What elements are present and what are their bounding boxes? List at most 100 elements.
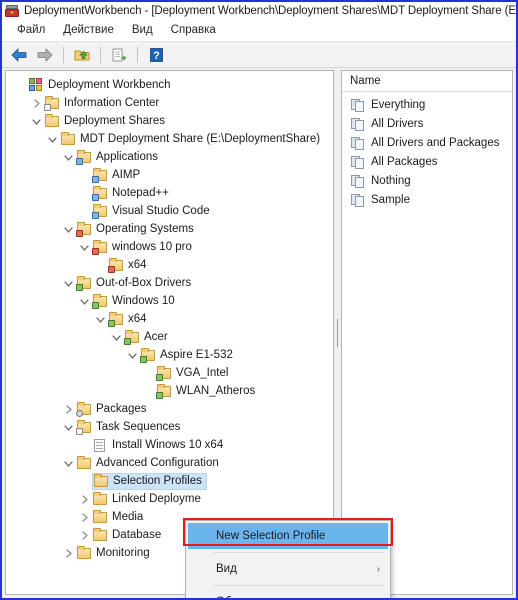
chevron-down-icon[interactable]	[108, 329, 124, 346]
tree-node[interactable]: Notepad++	[6, 184, 333, 202]
chevron-down-icon[interactable]	[124, 347, 140, 364]
tree-node-label: Deployment Workbench	[48, 78, 171, 91]
selection-profile-icon	[350, 135, 366, 151]
tree-node[interactable]: Deployment Shares	[6, 112, 333, 130]
chevron-down-icon[interactable]	[28, 113, 44, 130]
tree-node[interactable]: Windows 10	[6, 292, 333, 310]
back-arrow-icon[interactable]	[7, 44, 31, 66]
tree-node[interactable]: windows 10 pro	[6, 238, 333, 256]
folder-green-icon	[124, 329, 140, 345]
toolbar-separator-3	[137, 46, 138, 63]
chevron-right-icon[interactable]	[60, 401, 76, 418]
chevron-down-icon[interactable]	[76, 293, 92, 310]
forward-arrow-icon[interactable]	[33, 44, 57, 66]
context-menu-item-label: Вид	[216, 563, 237, 575]
tree-node[interactable]: Acer	[6, 328, 333, 346]
tree-node[interactable]: Selection Profiles	[6, 472, 333, 490]
selection-profile-icon	[350, 173, 366, 189]
tree-node-label: Monitoring	[96, 546, 150, 559]
chevron-down-icon[interactable]	[76, 239, 92, 256]
ctx-new-selection-profile[interactable]: New Selection Profile	[188, 523, 388, 549]
tree-node[interactable]: Linked Deployme	[6, 490, 333, 508]
folder-plain-icon	[60, 131, 76, 147]
list-item[interactable]: Sample	[342, 190, 512, 209]
ctx-view[interactable]: Вид ›	[186, 556, 390, 582]
workbench-icon	[28, 77, 44, 93]
folder-green-icon	[108, 311, 124, 327]
export-list-icon[interactable]	[107, 44, 131, 66]
tree-node[interactable]: Packages	[6, 400, 333, 418]
ctx-separator-1	[214, 552, 384, 553]
help-icon[interactable]: ?	[144, 44, 168, 66]
selection-profile-icon	[350, 192, 366, 208]
tree-node[interactable]: Deployment Workbench	[6, 76, 333, 94]
menu-view[interactable]: Вид	[123, 22, 162, 39]
list-item-label: Everything	[371, 98, 426, 111]
menu-action[interactable]: Действие	[54, 22, 123, 39]
folder-plain-icon	[76, 455, 92, 471]
tree-node-label: AIMP	[112, 168, 141, 181]
chevron-right-icon[interactable]	[76, 491, 92, 508]
list-item[interactable]: Nothing	[342, 171, 512, 190]
tree-node-label: Install Winows 10 x64	[112, 438, 224, 451]
menu-help[interactable]: Справка	[162, 22, 225, 39]
folder-plain-icon	[92, 527, 108, 543]
column-header-name[interactable]: Name	[342, 71, 512, 92]
chevron-down-icon[interactable]	[60, 275, 76, 292]
folder-blue-icon	[92, 203, 108, 219]
tree-node-label: MDT Deployment Share (E:\DeploymentShare…	[80, 132, 321, 145]
tree-node[interactable]: MDT Deployment Share (E:\DeploymentShare…	[6, 130, 333, 148]
window-title: DeploymentWorkbench - [Deployment Workbe…	[24, 5, 516, 17]
chevron-down-icon[interactable]	[92, 311, 108, 328]
context-menu[interactable]: New Selection ProfileВид›ОбновитьЭкспорт…	[185, 520, 391, 598]
tree-node[interactable]: WLAN_Atheros	[6, 382, 333, 400]
chevron-down-icon[interactable]	[60, 149, 76, 166]
details-pane[interactable]: Name Everything All Drivers All Drivers an…	[341, 70, 513, 595]
console-tree-pane[interactable]: Deployment Workbench Information Center De…	[5, 70, 334, 595]
console-tree: Deployment Workbench Information Center De…	[6, 71, 333, 562]
tree-node-label: Windows 10	[112, 294, 175, 307]
tree-node[interactable]: Aspire E1-532	[6, 346, 333, 364]
menu-file[interactable]: Файл	[8, 22, 54, 39]
chevron-down-icon[interactable]	[60, 419, 76, 436]
tree-node[interactable]: Out-of-Box Drivers	[6, 274, 333, 292]
chevron-right-icon[interactable]	[76, 509, 92, 526]
list-item[interactable]: All Drivers and Packages	[342, 133, 512, 152]
list-item-label: Nothing	[371, 174, 411, 187]
tree-node[interactable]: VGA_Intel	[6, 364, 333, 382]
chevron-right-icon[interactable]	[76, 527, 92, 544]
chevron-down-icon[interactable]	[60, 455, 76, 472]
list-item[interactable]: All Packages	[342, 152, 512, 171]
chevron-right-icon[interactable]	[28, 95, 44, 112]
tree-node[interactable]: Advanced Configuration	[6, 454, 333, 472]
tree-node[interactable]: Visual Studio Code	[6, 202, 333, 220]
tree-node[interactable]: Install Winows 10 x64	[6, 436, 333, 454]
folder-red-icon	[92, 239, 108, 255]
selection-profile-icon	[350, 97, 366, 113]
tree-node[interactable]: Information Center	[6, 94, 333, 112]
tree-node-label: Applications	[96, 150, 159, 163]
folder-blue-icon	[92, 185, 108, 201]
tree-node[interactable]: Applications	[6, 148, 333, 166]
chevron-down-icon[interactable]	[60, 221, 76, 238]
tree-node[interactable]: AIMP	[6, 166, 333, 184]
folder-red-icon	[76, 221, 92, 237]
chevron-right-icon[interactable]	[60, 545, 76, 562]
toolbar-separator-1	[63, 46, 64, 63]
tree-node[interactable]: Operating Systems	[6, 220, 333, 238]
tree-node[interactable]: Task Sequences	[6, 418, 333, 436]
svg-text:?: ?	[153, 50, 160, 62]
tree-node[interactable]: x64	[6, 310, 333, 328]
list-item[interactable]: Everything	[342, 95, 512, 114]
tree-node[interactable]: x64	[6, 256, 333, 274]
tree-node-label: Acer	[144, 330, 168, 343]
up-folder-icon[interactable]	[70, 44, 94, 66]
ctx-refresh[interactable]: Обновить	[186, 589, 390, 598]
deployment-workbench-window: DeploymentWorkbench - [Deployment Workbe…	[0, 0, 518, 600]
folder-plain-icon	[44, 113, 60, 129]
chevron-down-icon[interactable]	[44, 131, 60, 148]
list-item[interactable]: All Drivers	[342, 114, 512, 133]
